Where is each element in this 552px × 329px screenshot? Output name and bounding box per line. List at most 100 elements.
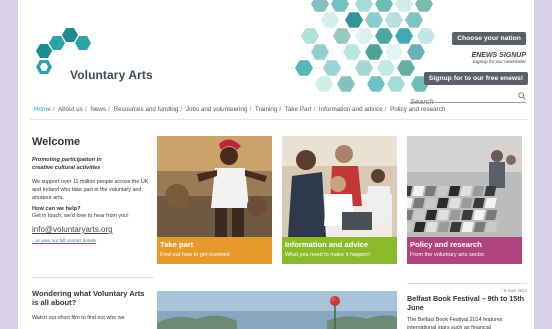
contact-details-link[interactable]: ...or view our full contact details: [32, 238, 152, 243]
wonder-text: Watch our short film to find out who we: [32, 315, 125, 321]
hexagon-pattern: [295, 0, 435, 92]
card-information-advice[interactable]: Information and advice What you need to …: [282, 136, 397, 264]
photo-tile: [461, 210, 474, 220]
news-date: / 9 June 2014: [501, 288, 527, 293]
photo-tile: [425, 210, 438, 220]
photo-tile: [485, 222, 498, 232]
photo-tile: [460, 198, 473, 208]
card-title: Information and advice: [285, 240, 369, 249]
photo-tile: [448, 186, 461, 196]
decor-hexagon: [343, 44, 361, 60]
nav-item-jobs-volunteering[interactable]: Jobs and volunteering: [186, 106, 248, 113]
photo-tile: [437, 210, 450, 220]
enews-signup-button[interactable]: Signup for to our free enews!: [424, 72, 528, 85]
email-link[interactable]: info@voluntaryarts.org: [32, 225, 152, 234]
photo-tile: [413, 210, 426, 220]
help-heading: How can we help?: [32, 206, 81, 212]
card-policy-research[interactable]: Policy and research From the voluntary a…: [407, 136, 522, 264]
welcome-tagline: Promoting participation in creative cult…: [32, 157, 102, 171]
decor-hexagon: [377, 60, 395, 76]
nav-item-home[interactable]: Home: [34, 106, 51, 113]
nav-item-news[interactable]: News: [90, 106, 106, 113]
photo-tile: [412, 186, 425, 196]
decor-hexagon: [355, 60, 373, 76]
enews-signup: ENEWS SIGNUP Signup for our newsletter: [472, 52, 526, 65]
wonder-title: Wondering what Voluntary Arts is all abo…: [32, 289, 145, 307]
news-divider: [407, 283, 527, 284]
photo-tile: [460, 186, 473, 196]
decor-hexagon: [355, 28, 373, 44]
photo-tile: [484, 186, 497, 196]
news-item: / 9 June 2014 Belfast Book Festival – 9t…: [407, 283, 527, 329]
news-title[interactable]: Belfast Book Festival – 9th to 15th June: [407, 294, 527, 312]
news-text: The Belfast Book Festival 2014 features …: [407, 317, 503, 329]
information-advice-caption: Information and advice What you need to …: [282, 237, 397, 264]
decor-hexagon: [367, 76, 385, 92]
take-part-caption: Take part Find out how to get involved: [157, 237, 272, 264]
enews-title: ENEWS SIGNUP: [471, 52, 526, 59]
decor-hexagon: [311, 0, 329, 12]
decor-hexagon: [385, 44, 403, 60]
policy-research-caption: Policy and research From the voluntary a…: [407, 237, 522, 264]
wonder-section: Wondering what Voluntary Arts is all abo…: [32, 289, 152, 321]
photo-tile: [436, 186, 449, 196]
welcome-section: Welcome Promoting participation in creat…: [32, 136, 152, 243]
main-nav: Home / About us / News / Resources and fund…: [34, 106, 446, 113]
photo-tile: [473, 210, 486, 220]
welcome-divider: [32, 277, 154, 278]
search-icon[interactable]: [518, 92, 526, 100]
nav-item-take-part[interactable]: Take Part: [285, 106, 312, 113]
card-subtitle: What you need to make it happen!: [285, 252, 371, 258]
choose-nation-button[interactable]: Choose your nation: [452, 32, 526, 45]
decor-hexagon: [333, 28, 351, 44]
enews-subtitle: Signup for our newsletter: [472, 60, 526, 65]
nav-item-policy-research[interactable]: Policy and research: [390, 106, 445, 113]
decor-hexagon: [407, 44, 425, 60]
information-advice-photo: [282, 136, 397, 237]
photo-tile: [449, 210, 462, 220]
photo-tile: [412, 198, 425, 208]
photo-tile: [473, 222, 486, 232]
photo-tile: [424, 198, 437, 208]
page: Voluntary Arts Choose your nation ENEWS …: [18, 0, 534, 329]
welcome-title: Welcome: [32, 136, 81, 148]
decor-hexagon: [365, 44, 383, 60]
photo-tile: [449, 222, 462, 232]
decor-hexagon: [387, 76, 405, 92]
decor-hexagon: [395, 0, 413, 12]
photo-tile: [437, 222, 450, 232]
decor-hexagon: [295, 60, 313, 76]
decor-hexagon: [397, 60, 415, 76]
search-input[interactable]: [410, 97, 510, 106]
nav-item-about-us[interactable]: About us: [58, 106, 83, 113]
decor-hexagon: [365, 12, 383, 28]
decor-hexagon: [417, 28, 435, 44]
photo-tile: [472, 198, 485, 208]
nav-item-training[interactable]: Training: [255, 106, 278, 113]
decor-hexagon: [315, 76, 333, 92]
photo-tile: [413, 222, 426, 232]
photo-tile: [485, 210, 498, 220]
photo-tile: [425, 222, 438, 232]
policy-research-photo: [407, 136, 522, 237]
decor-hexagon: [375, 0, 393, 12]
decor-hexagon: [345, 12, 363, 28]
photo-tile: [484, 198, 497, 208]
nav-item-resources-funding[interactable]: Resources and funding: [114, 106, 179, 113]
brand-name: Voluntary Arts: [70, 68, 153, 82]
decor-hexagon: [337, 76, 355, 92]
decor-hexagon: [395, 28, 413, 44]
photo-tile: [461, 222, 474, 232]
featured-photo-banner[interactable]: [157, 291, 397, 329]
decor-hexagon: [323, 60, 341, 76]
decor-hexagon: [375, 28, 393, 44]
nav-item-information-advice[interactable]: Information and advice: [319, 106, 383, 113]
card-take-part[interactable]: Take part Find out how to get involved: [157, 136, 272, 264]
decor-hexagon: [355, 0, 373, 12]
decor-hexagon: [321, 12, 339, 28]
welcome-description: We support over 11 million people across…: [32, 179, 149, 201]
decor-hexagon: [385, 12, 403, 28]
take-part-photo: [157, 136, 272, 237]
help-text: Get in touch, we'd love to hear from you…: [32, 213, 129, 219]
card-title: Take part: [160, 240, 194, 249]
